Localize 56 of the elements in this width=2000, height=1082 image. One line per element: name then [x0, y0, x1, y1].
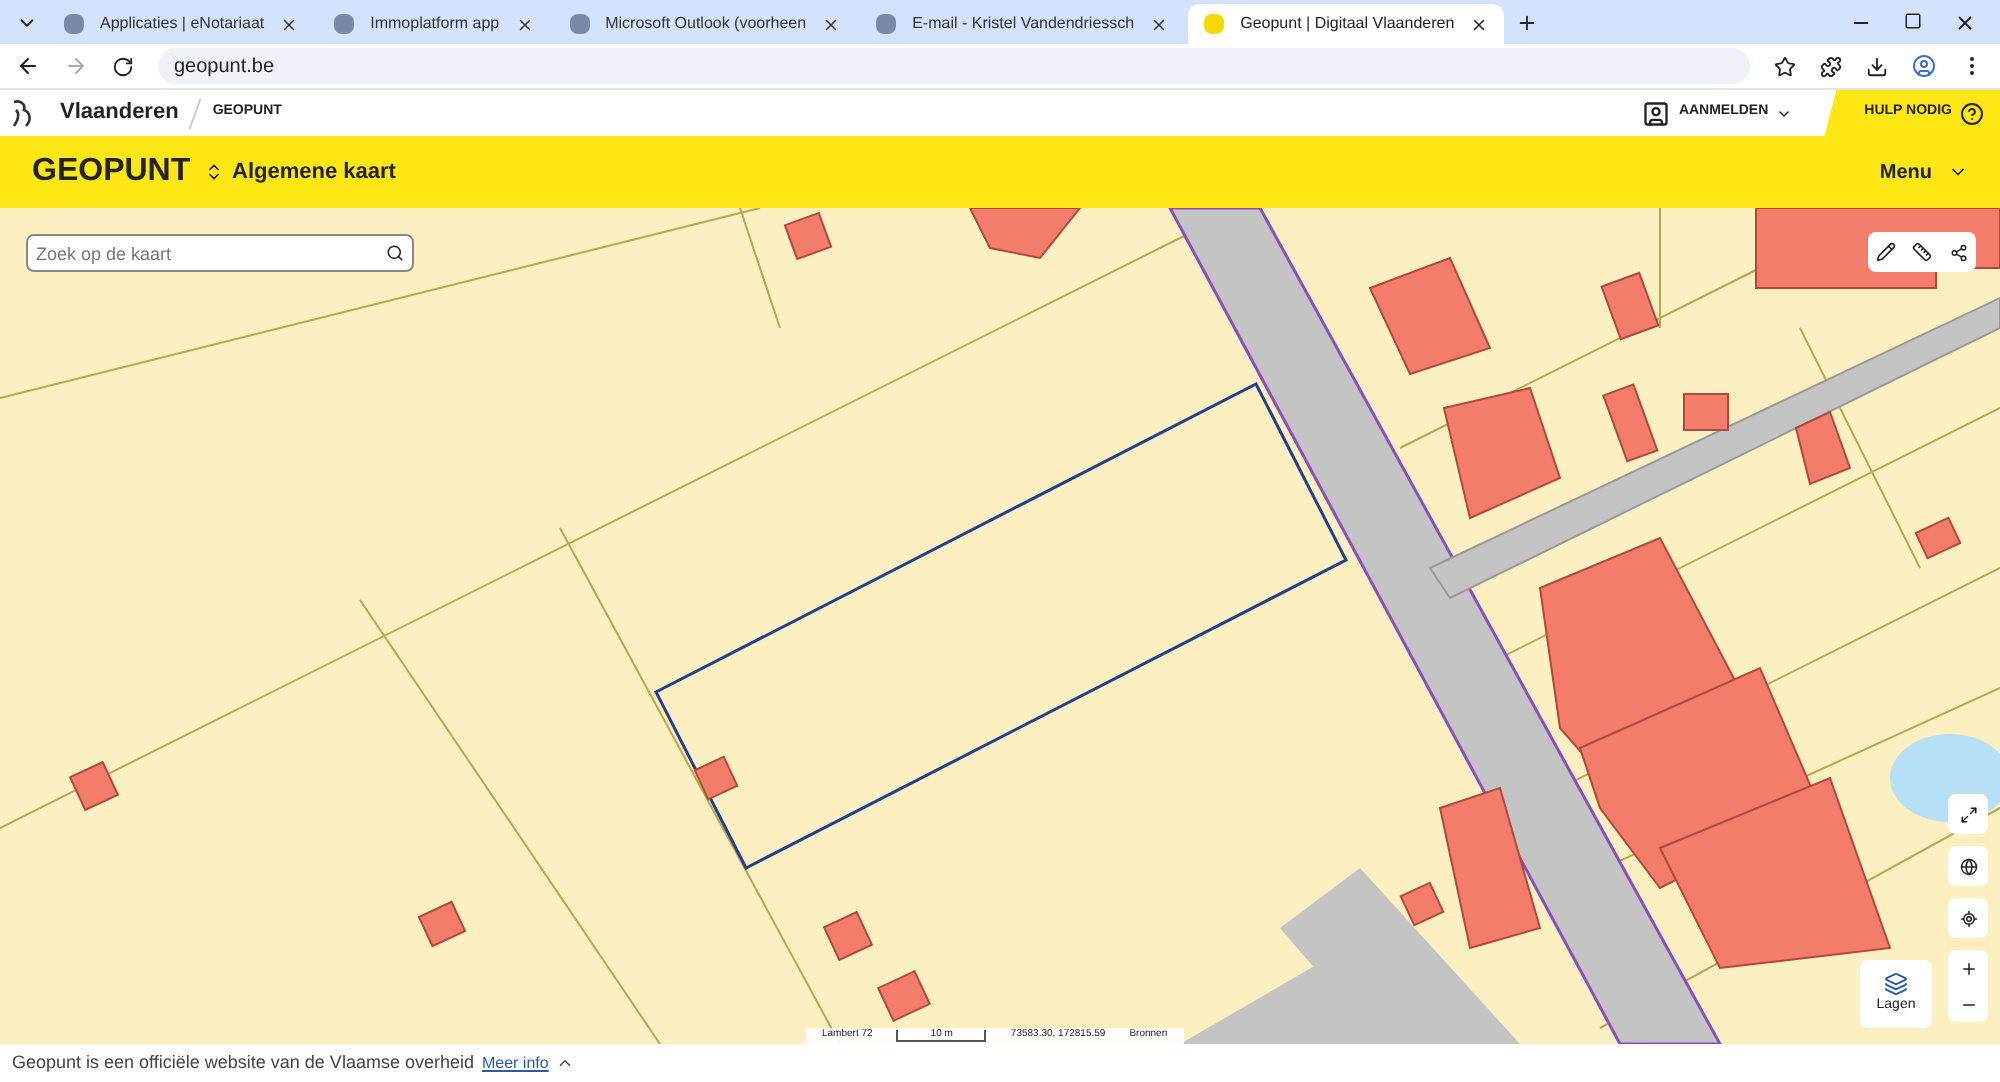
extensions-icon[interactable]: [1820, 55, 1842, 77]
tab-title: Microsoft Outlook (voorheen: [605, 12, 807, 36]
profile-icon[interactable]: [1912, 54, 1936, 78]
footer-text: Geopunt is een officiële website van de Vlaamse overheid: [12, 1049, 474, 1076]
crosshair-icon: [1959, 909, 1977, 927]
brand-name[interactable]: Vlaanderen: [60, 96, 179, 130]
close-icon[interactable]: [822, 15, 841, 33]
back-icon[interactable]: [16, 54, 40, 78]
browser-tab[interactable]: Immoplatform app: [318, 4, 550, 44]
plus-icon: [1959, 959, 1977, 977]
globe-icon: [1959, 857, 1977, 875]
pencil-icon[interactable]: [1876, 242, 1897, 262]
map-selector[interactable]: Algemene kaart: [204, 155, 396, 189]
zoom-in-button[interactable]: [1948, 950, 1988, 986]
download-icon[interactable]: [1866, 55, 1888, 77]
tab-title: Applicaties | eNotariaat: [100, 12, 265, 36]
fullscreen-button[interactable]: [1948, 794, 1988, 834]
locate-button[interactable]: [1948, 898, 1988, 938]
close-icon[interactable]: [1150, 15, 1169, 33]
tab-favicon-icon: [1204, 14, 1225, 34]
globe-button[interactable]: [1948, 846, 1988, 886]
expand-icon: [1959, 805, 1977, 823]
close-icon[interactable]: [515, 15, 534, 33]
search-icon[interactable]: [386, 244, 404, 262]
tab-favicon-icon: [334, 14, 355, 34]
reload-icon[interactable]: [112, 55, 134, 77]
close-icon[interactable]: [1470, 15, 1489, 33]
close-icon[interactable]: [280, 15, 299, 33]
layers-icon: [1884, 971, 1908, 996]
maximize-icon[interactable]: [1904, 11, 1922, 29]
menu-button[interactable]: Menu: [1879, 157, 1968, 187]
search-field[interactable]: Zoek op de kaart: [26, 234, 414, 272]
share-icon[interactable]: [1949, 243, 1968, 261]
caret-icon[interactable]: [556, 1054, 575, 1072]
app-title: GEOPUNT: [32, 152, 193, 192]
more-info-link[interactable]: Meer info: [481, 1051, 549, 1075]
browser-tab[interactable]: E-mail - Kristel Vandendriessch: [860, 4, 1185, 44]
browser-tab[interactable]: Geopunt | Digitaal Vlaanderen: [1188, 4, 1505, 44]
tab-favicon-icon: [64, 14, 84, 34]
browser-tab[interactable]: Applicaties | eNotariaat: [48, 4, 315, 44]
plus-icon: [1515, 11, 1538, 33]
close-icon[interactable]: [1954, 11, 1976, 33]
lion-logo-icon: [8, 97, 36, 129]
tab-favicon-icon: [876, 14, 897, 34]
browser-tab[interactable]: Microsoft Outlook (voorheen: [553, 4, 857, 44]
tab-title: Immoplatform app: [370, 12, 500, 36]
tab-favicon-icon: [569, 14, 590, 34]
help-icon: [1960, 101, 1984, 125]
url-text: geopunt.be: [174, 53, 275, 81]
bookmark-star-icon[interactable]: [1774, 55, 1796, 77]
user-icon: [1642, 99, 1671, 127]
tab-title: E-mail - Kristel Vandendriessch: [912, 12, 1135, 36]
tab-title: Geopunt | Digitaal Vlaanderen: [1240, 12, 1455, 36]
ruler-icon[interactable]: [1912, 242, 1933, 262]
address-bar[interactable]: geopunt.be: [158, 48, 1750, 84]
up-down-caret-icon: [204, 162, 224, 182]
